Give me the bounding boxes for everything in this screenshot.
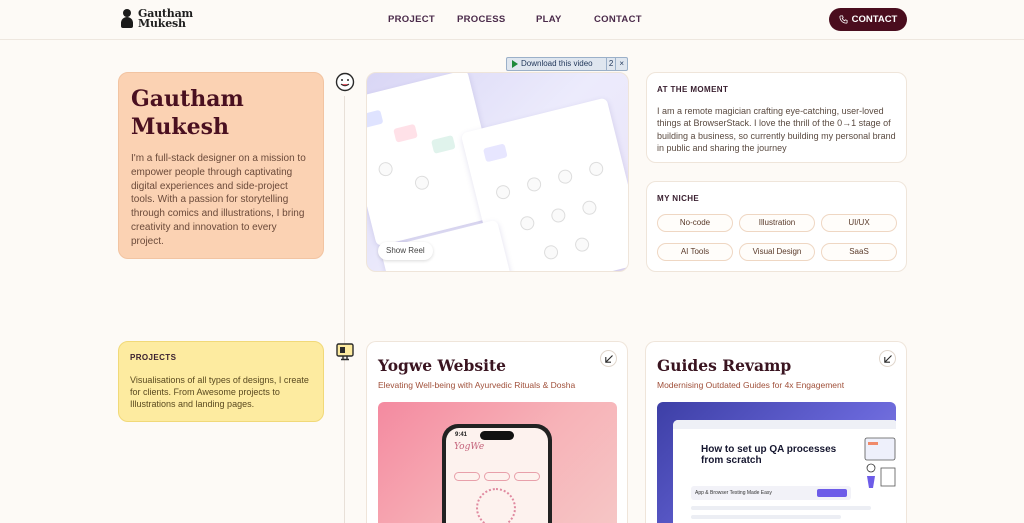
logo-person-icon bbox=[121, 9, 134, 29]
phone-brand: YogWe bbox=[454, 442, 485, 452]
nav-process[interactable]: PROCESS bbox=[457, 14, 506, 25]
at-the-moment-text: I am a remote magician crafting eye-catc… bbox=[657, 106, 896, 154]
logo-text: Gautham Mukesh bbox=[138, 8, 193, 30]
show-reel-video[interactable]: Show Reel bbox=[366, 72, 629, 272]
browser-mockup: How to set up QA processes from scratch … bbox=[673, 420, 896, 523]
project-title: Yogwe Website bbox=[378, 356, 506, 375]
project-title: Guides Revamp bbox=[657, 356, 792, 375]
my-niche-card: MY NICHE No-code Illustration UI/UX AI T… bbox=[646, 181, 907, 272]
project-subtitle: Modernising Outdated Guides for 4x Engag… bbox=[657, 380, 845, 390]
contact-button-label: CONTACT bbox=[851, 14, 898, 25]
logo[interactable]: Gautham Mukesh bbox=[121, 8, 193, 30]
project-card-guides[interactable]: Guides Revamp Modernising Outdated Guide… bbox=[645, 341, 907, 523]
niche-tag-illustration: Illustration bbox=[739, 214, 815, 232]
logo-line2: Mukesh bbox=[138, 17, 186, 30]
close-download-bar[interactable]: × bbox=[615, 58, 627, 70]
my-niche-label: MY NICHE bbox=[657, 194, 700, 203]
arrow-down-left-icon bbox=[883, 354, 892, 363]
video-download-bar[interactable]: Download this video 2 × bbox=[506, 57, 628, 71]
hero-name: Gautham Mukesh bbox=[131, 86, 244, 140]
show-reel-button[interactable]: Show Reel bbox=[378, 242, 433, 260]
intro-card: Gautham Mukesh I'm a full-stack designer… bbox=[118, 72, 324, 259]
site-header: Gautham Mukesh PROJECT PROCESS PLAY CONT… bbox=[0, 0, 1024, 40]
niche-tag-no-code: No-code bbox=[657, 214, 733, 232]
project-link-button[interactable] bbox=[879, 350, 896, 367]
projects-description: Visualisations of all types of designs, … bbox=[130, 375, 309, 409]
download-count: 2 bbox=[605, 58, 615, 70]
project-preview-image: How to set up QA processes from scratch … bbox=[657, 402, 896, 523]
phone-time: 9:41 bbox=[455, 432, 468, 438]
arrow-down-left-icon bbox=[604, 354, 613, 363]
mandala-graphic bbox=[476, 488, 516, 523]
nav-project[interactable]: PROJECT bbox=[388, 14, 435, 25]
nav-contact[interactable]: CONTACT bbox=[594, 14, 642, 25]
phone-icon bbox=[839, 15, 848, 24]
projects-label: PROJECTS bbox=[130, 353, 177, 362]
at-the-moment-label: AT THE MOMENT bbox=[657, 85, 729, 94]
article-title: How to set up QA processes from scratch bbox=[701, 444, 837, 466]
niche-tag-ai-tools: AI Tools bbox=[657, 243, 733, 261]
project-subtitle: Elevating Well-being with Ayurvedic Ritu… bbox=[378, 380, 576, 390]
play-icon bbox=[512, 60, 518, 68]
download-video-label[interactable]: Download this video bbox=[521, 58, 593, 70]
projects-intro-card: PROJECTS Visualisations of all types of … bbox=[118, 341, 324, 422]
project-link-button[interactable] bbox=[600, 350, 617, 367]
timeline-line bbox=[344, 96, 345, 523]
nav-play[interactable]: PLAY bbox=[536, 14, 562, 25]
phone-mockup: 9:41 YogWe bbox=[442, 424, 552, 523]
niche-tag-saas: SaaS bbox=[821, 243, 897, 261]
hero-bio: I'm a full-stack designer on a mission t… bbox=[131, 153, 306, 247]
niche-tag-visual-design: Visual Design bbox=[739, 243, 815, 261]
emoji-face-icon bbox=[335, 72, 355, 92]
project-preview-image: 9:41 YogWe bbox=[378, 402, 617, 523]
niche-tag-ui-ux: UI/UX bbox=[821, 214, 897, 232]
project-card-yogwe[interactable]: Yogwe Website Elevating Well-being with … bbox=[366, 341, 628, 523]
desk-illustration-icon bbox=[864, 437, 896, 488]
at-the-moment-card: AT THE MOMENT I am a remote magician cra… bbox=[646, 72, 907, 163]
contact-button[interactable]: CONTACT bbox=[829, 8, 907, 31]
monitor-icon bbox=[336, 343, 354, 361]
